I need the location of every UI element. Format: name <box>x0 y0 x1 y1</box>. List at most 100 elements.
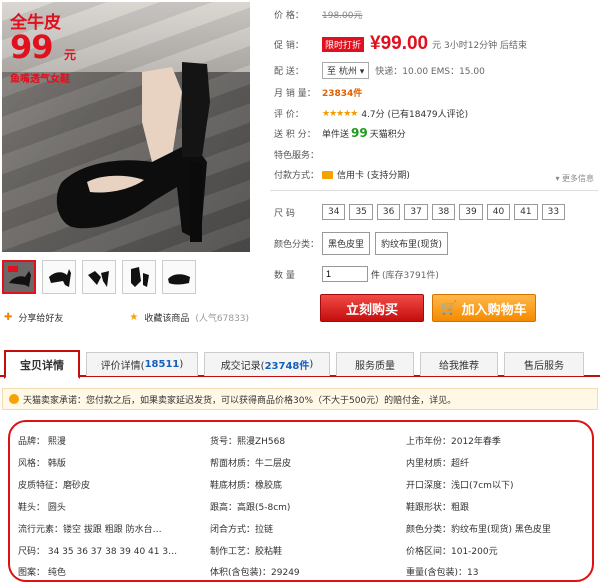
points-row: 送 积 分： 单件送 99 天猫积分 <box>274 126 406 140</box>
attr-opening-depth: 开口深度：浅口(7cm以下) <box>406 481 514 491</box>
tab-after-sales[interactable]: 售后服务 <box>504 352 584 376</box>
popularity-count: (人气67833) <box>195 314 250 324</box>
payment-label: 付款方式： <box>274 171 320 181</box>
shipping-row: 配 送： 至 杭州 ▾ 快递：10.00 EMS：15.00 <box>274 62 485 79</box>
promo-price-row: 促 销： 限时打折 ¥99.00 元 3小时12分钟 后结束 <box>274 33 527 55</box>
info-icon <box>9 394 19 404</box>
attr-sizes: 尺码： 34 35 36 37 38 39 40 41 3… <box>18 547 178 557</box>
share-link[interactable]: 分享给好友 <box>18 311 63 324</box>
tab-label-tail: ) <box>179 359 184 370</box>
special-service-label: 特色服务： <box>274 151 320 161</box>
color-option[interactable]: 豹纹布里(现货) <box>375 232 449 255</box>
original-price-row: 价 格： 198.00元 <box>274 8 363 21</box>
size-option[interactable]: 33 <box>541 204 566 220</box>
cart-icon: 🛒 <box>441 300 458 316</box>
shipping-city-value: 至 杭州 <box>327 67 357 77</box>
points-prefix: 单件送 <box>322 129 350 140</box>
attr-heel-height: 跟高：高跟(5-8cm) <box>210 503 291 513</box>
tab-label: 售后服务 <box>524 361 564 372</box>
divider <box>270 190 598 191</box>
favorite-icon[interactable]: ★ <box>129 312 138 323</box>
size-option[interactable]: 40 <box>486 204 511 220</box>
original-price: 198.00元 <box>322 11 363 21</box>
promo-tag-badge: 限时打折 <box>322 36 365 52</box>
credit-card-icon <box>322 170 333 179</box>
tab-transactions[interactable]: 成交记录(23748件) <box>204 352 330 376</box>
product-attributes: 品牌： 熙漫 货号：熙漫ZH568 上市年份：2012年春季 风格： 韩版 帮面… <box>8 420 594 582</box>
attr-closure: 闭合方式：拉链 <box>210 525 274 535</box>
add-to-cart-button[interactable]: 🛒 加入购物车 <box>432 294 536 322</box>
rating-row: 评 价： ★★★★★ 4.7分 (已有18479人评论) <box>274 107 468 121</box>
seller-promise-banner: 天猫卖家承诺：您付款之后，如果卖家延迟发货，可以获得商品价格30%（不大于500… <box>2 388 598 410</box>
promo-price: 99 <box>10 28 54 66</box>
payment-value: 信用卡 (支持分期) <box>337 171 410 181</box>
quantity-input[interactable] <box>322 266 368 282</box>
tab-product-details[interactable]: 宝贝详情 <box>4 350 80 379</box>
size-option[interactable]: 36 <box>376 204 401 220</box>
tab-label: 服务质量 <box>355 361 395 372</box>
quantity-label: 数 量 <box>274 270 295 281</box>
promo-countdown: 元 3小时12分钟 后结束 <box>432 40 528 51</box>
sales-value: 23834件 <box>322 89 363 99</box>
thumbnail-5[interactable] <box>162 260 196 294</box>
rating-label: 评 价： <box>274 110 304 120</box>
color-option[interactable]: 黑色皮里 <box>322 232 371 255</box>
thumbnail-4[interactable] <box>122 260 156 294</box>
attr-volume: 体积(含包装)：29249 <box>210 568 300 578</box>
shipping-fees: 快递：10.00 EMS：15.00 <box>375 67 485 77</box>
points-value: 99 <box>351 126 368 140</box>
shoe-illustration <box>56 62 210 242</box>
color-row: 颜色分类： 黑色皮里 豹纹布里(现货) <box>274 232 453 255</box>
tab-service-quality[interactable]: 服务质量 <box>336 352 414 376</box>
seller-promise-text: 天猫卖家承诺：您付款之后，如果卖家延迟发货，可以获得商品价格30%（不大于500… <box>23 395 457 406</box>
quantity-unit: 件 <box>371 270 381 281</box>
rating-text[interactable]: 4.7分 (已有18479人评论) <box>361 107 468 120</box>
current-price: ¥99.00 <box>370 33 429 54</box>
attr-item-no: 货号：熙漫ZH568 <box>210 437 286 447</box>
payment-row: 付款方式： 信用卡 (支持分期) <box>274 168 410 181</box>
size-option[interactable]: 38 <box>431 204 456 220</box>
more-info-link[interactable]: ▾ 更多信息 <box>555 173 594 184</box>
sales-label: 月 销 量： <box>274 89 316 99</box>
price-label: 价 格： <box>274 11 304 21</box>
main-product-image[interactable]: 全牛皮 99 元 鱼嘴透气女鞋 <box>2 2 250 252</box>
buy-now-button[interactable]: 立刻购买 <box>320 294 424 322</box>
attr-release-year: 上市年份：2012年春季 <box>406 437 501 447</box>
favorite-link[interactable]: 收藏该商品 <box>144 311 189 324</box>
attr-color-options: 颜色分类：豹纹布里(现货) 黑色皮里 <box>406 525 551 535</box>
sales-row: 月 销 量： 23834件 <box>274 86 362 99</box>
tab-label: 宝贝详情 <box>20 358 64 372</box>
share-icon[interactable]: ✚ <box>4 312 12 323</box>
attr-craft: 制作工艺：胶粘鞋 <box>210 547 283 557</box>
thumbnail-3[interactable] <box>82 260 116 294</box>
attr-style: 风格： 韩版 <box>18 459 66 469</box>
points-label: 送 积 分： <box>274 129 316 140</box>
tab-label: 评价详情( <box>100 361 145 372</box>
attr-lining-material: 内里材质：超纤 <box>406 459 470 469</box>
rating-stars-icon: ★★★★★ <box>322 108 358 119</box>
size-option[interactable]: 37 <box>404 204 428 220</box>
thumbnail-strip <box>2 260 196 294</box>
tab-reviews[interactable]: 评价详情(18511) <box>86 352 198 376</box>
tab-label: 成交记录( <box>220 361 265 372</box>
size-row: 尺 码 34 35 36 37 38 39 40 41 33 <box>274 204 569 220</box>
size-option[interactable]: 35 <box>349 204 373 220</box>
color-label: 颜色分类： <box>274 240 320 250</box>
size-option[interactable]: 39 <box>459 204 483 220</box>
transaction-count: 23748件 <box>264 361 310 372</box>
detail-tabs: 宝贝详情 评价详情(18511) 成交记录(23748件) 服务质量 给我推荐 … <box>0 350 600 379</box>
thumbnail-2[interactable] <box>42 260 76 294</box>
thumbnail-1[interactable] <box>2 260 36 294</box>
size-option[interactable]: 41 <box>514 204 538 220</box>
attr-sole-material: 鞋底材质：橡胶底 <box>210 481 283 491</box>
attr-leather-feature: 皮质特征：磨砂皮 <box>18 481 91 491</box>
stock-count: (库存3791件) <box>382 270 439 281</box>
shipping-label: 配 送： <box>274 67 304 77</box>
tab-label: 给我推荐 <box>439 361 479 372</box>
size-label: 尺 码 <box>274 208 295 219</box>
shipping-city-select[interactable]: 至 杭州 ▾ <box>322 62 370 79</box>
promo-subtitle: 鱼嘴透气女鞋 <box>10 74 70 85</box>
size-option[interactable]: 34 <box>322 204 346 220</box>
quantity-row: 数 量 件 (库存3791件) <box>274 266 439 282</box>
tab-recommend[interactable]: 给我推荐 <box>420 352 498 376</box>
